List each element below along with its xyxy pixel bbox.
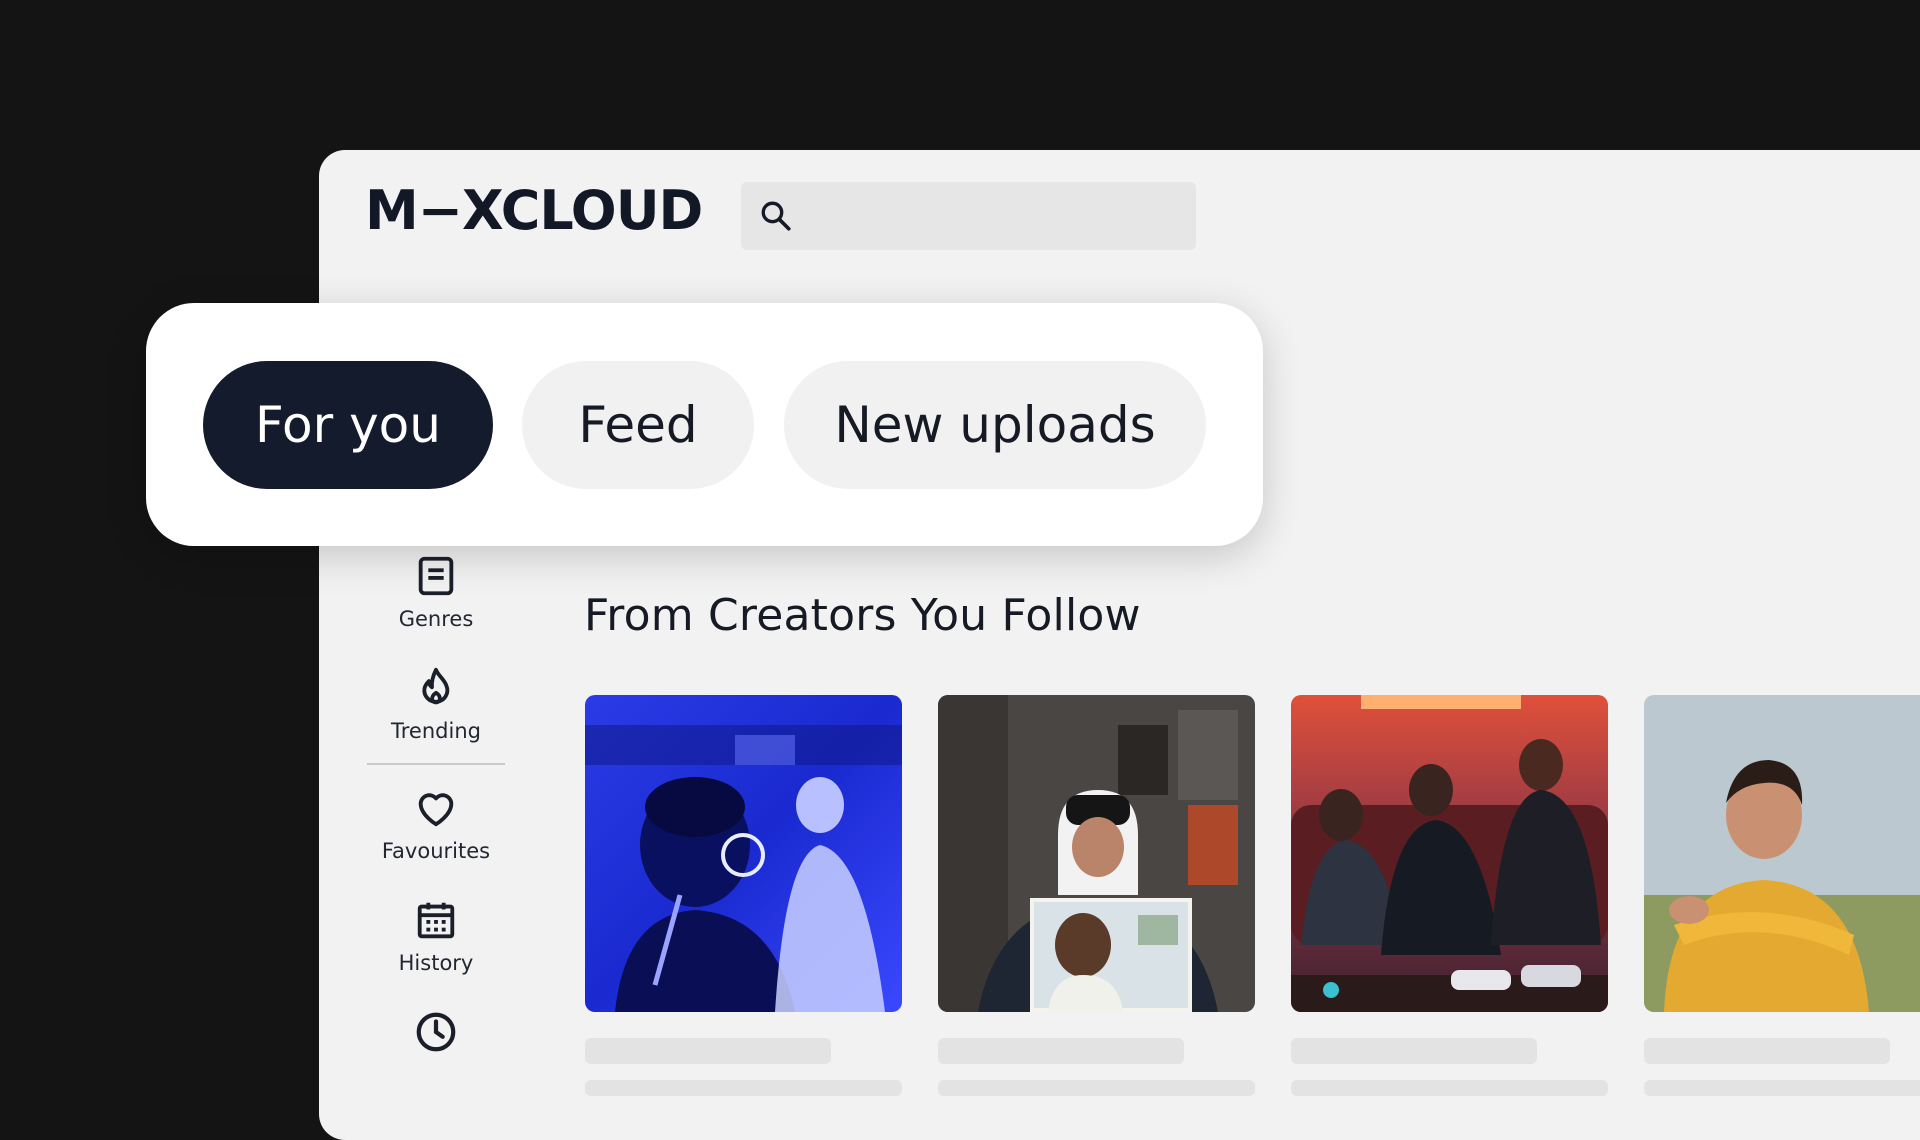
- title-placeholder: [1291, 1038, 1537, 1064]
- subtitle-placeholder: [1291, 1080, 1608, 1096]
- title-placeholder: [938, 1038, 1184, 1064]
- subtitle-placeholder: [585, 1080, 902, 1096]
- clock-icon: [416, 1012, 456, 1052]
- sidebar-item-recent[interactable]: [367, 1001, 505, 1113]
- tab-new-uploads[interactable]: New uploads: [784, 361, 1206, 489]
- sidebar-item-trending[interactable]: Trending: [367, 657, 505, 765]
- sidebar: Genres Trending Favourites History: [367, 545, 505, 1113]
- card-thumbnail[interactable]: [585, 695, 902, 1012]
- search-icon: [761, 201, 791, 231]
- card-thumbnail[interactable]: [1644, 695, 1920, 1012]
- calendar-icon: [417, 902, 455, 939]
- mixcloud-logo[interactable]: M−XCLOUD: [365, 184, 703, 238]
- sidebar-item-history[interactable]: History: [367, 889, 505, 1001]
- performer-blue-stage-photo: [585, 695, 902, 1012]
- group-neon-sofa-photo: [1291, 695, 1608, 1012]
- sidebar-item-label: History: [398, 951, 474, 975]
- sidebar-item-favourites[interactable]: Favourites: [367, 777, 505, 889]
- genres-icon: [418, 556, 454, 596]
- subtitle-placeholder: [1644, 1080, 1920, 1096]
- sidebar-item-label: Genres: [398, 607, 474, 631]
- feed-tabs: For you Feed New uploads: [146, 303, 1263, 546]
- heart-icon: [418, 793, 454, 827]
- sidebar-item-genres[interactable]: Genres: [367, 545, 505, 657]
- subtitle-placeholder: [938, 1080, 1255, 1096]
- title-placeholder: [585, 1038, 831, 1064]
- app-window: M−XCLOUD Genres Trending Favourites Hist…: [319, 150, 1920, 1140]
- section-title: From Creators You Follow: [584, 590, 1141, 641]
- sidebar-item-label: Trending: [391, 719, 481, 743]
- woman-yellow-sweater-photo: [1644, 695, 1920, 1012]
- search-bar[interactable]: [741, 182, 1196, 250]
- person-holding-photo: [938, 695, 1255, 1012]
- tab-feed[interactable]: Feed: [522, 361, 754, 489]
- sidebar-item-label: Favourites: [381, 839, 491, 863]
- flame-icon: [422, 667, 450, 705]
- card-thumbnail[interactable]: [938, 695, 1255, 1012]
- tab-for-you[interactable]: For you: [203, 361, 493, 489]
- title-placeholder: [1644, 1038, 1890, 1064]
- card-thumbnail[interactable]: [1291, 695, 1608, 1012]
